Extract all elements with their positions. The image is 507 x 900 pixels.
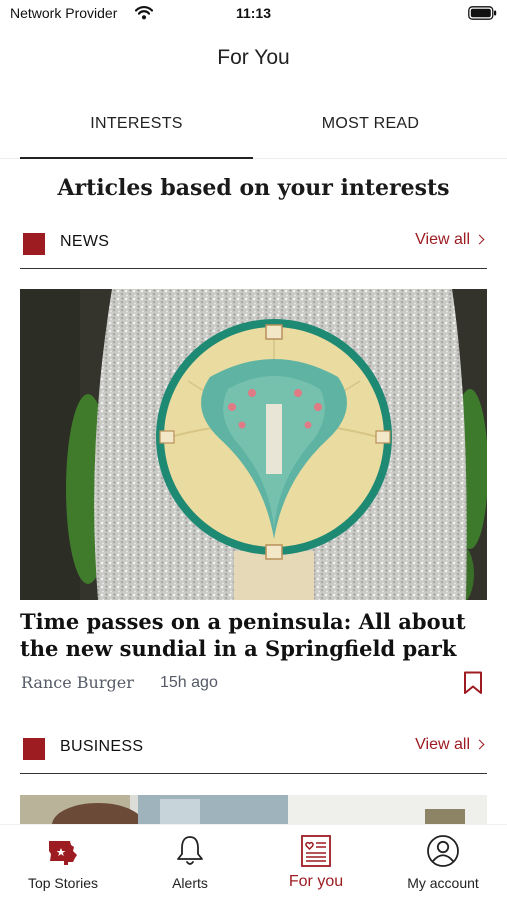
chevron-right-icon [474,739,485,750]
section-heading: Articles based on your interests [57,175,450,201]
view-all-label: View all [415,231,470,248]
nav-for-you[interactable]: For you [253,825,379,900]
nav-my-account[interactable]: My account [380,825,506,900]
newspaper-heart-icon [301,835,331,867]
missouri-state-icon [49,841,77,865]
nav-top-stories[interactable]: Top Stories [0,825,126,900]
nav-alerts[interactable]: Alerts [127,825,253,900]
view-all-business-link[interactable]: View all [415,736,485,754]
nav-label-for-you: For you [288,873,344,890]
category-label-news: NEWS [60,233,110,250]
business-photo [20,795,487,827]
business-article-image[interactable] [20,795,487,827]
status-bar: Network Provider 11:13 [0,0,507,28]
article-image[interactable] [20,289,487,600]
article-headline[interactable]: Time passes on a peninsula: All about th… [20,608,487,662]
nav-label-alerts: Alerts [172,875,208,891]
sundial-photo [20,289,487,600]
category-marker [23,738,45,760]
bottom-navigation: Top Stories Alerts For you My account [0,824,507,900]
view-all-news-link[interactable]: View all [415,231,485,249]
nav-label-top-stories: Top Stories [27,875,99,891]
article-timestamp: 15h ago [160,674,218,691]
tab-interests[interactable]: INTERESTS [20,103,253,159]
category-label-business: BUSINESS [60,738,144,755]
tab-bar: INTERESTS MOST READ [0,103,507,159]
nav-label-my-account: My account [407,875,479,891]
bookmark-icon[interactable] [463,671,483,695]
article-author: Rance Burger [21,673,134,692]
page-title: For You [217,46,290,69]
view-all-label: View all [415,736,470,753]
battery-icon [468,6,497,20]
tab-most-read[interactable]: MOST READ [254,103,487,159]
status-time: 11:13 [235,5,272,21]
category-header-news: NEWS View all [20,221,487,269]
bell-icon [177,836,203,865]
user-circle-icon [427,835,459,867]
category-header-business: BUSINESS View all [20,726,487,774]
category-marker [23,233,45,255]
chevron-right-icon [474,234,485,245]
